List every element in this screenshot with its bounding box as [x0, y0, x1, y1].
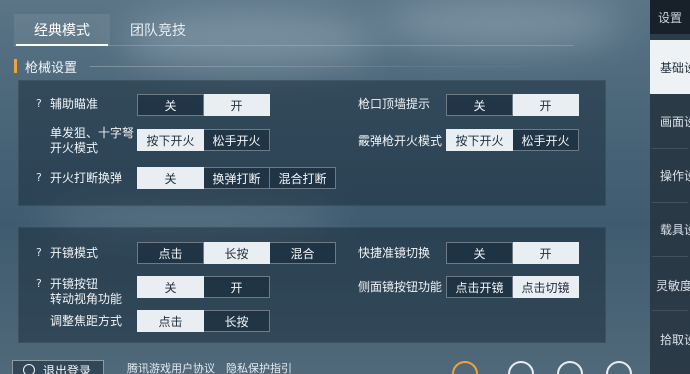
scope-button-rotate-toggle: 关 开 [137, 276, 270, 298]
help-icon[interactable]: ? [36, 246, 42, 259]
tab-divider [14, 45, 574, 46]
quick-scope-switch-label: 快捷准镜切换 [358, 246, 431, 260]
mode-tabs: 经典模式 团队竞技 [14, 14, 206, 46]
sidebar-item-label: 拾取设置 [660, 333, 690, 347]
fire-interrupt-reload-label: 开火打断换弹 [50, 171, 123, 185]
single-shot-press-fire-button[interactable]: 按下开火 [137, 129, 204, 151]
aim-assist-label: 辅助瞄准 [50, 97, 99, 111]
aim-assist-on-button[interactable]: 开 [204, 94, 270, 116]
quick-scope-off-button[interactable]: 关 [446, 242, 513, 264]
sidebar-item-label: 操作设置 [660, 169, 690, 183]
muzzle-wall-hint-off-button[interactable]: 关 [446, 94, 513, 116]
single-shot-fire-toggle: 按下开火 松手开火 [137, 129, 270, 151]
scope-mixed-button[interactable]: 混合 [270, 242, 336, 264]
sidebar-item-basic[interactable]: 基础设置 [650, 40, 690, 94]
fire-interrupt-reload-toggle: 关 换弹打断 混合打断 [137, 167, 336, 189]
sidebar-item-label: 载具设置 [660, 223, 690, 237]
section-title-text: 枪械设置 [25, 60, 78, 76]
help-icon[interactable]: ? [36, 277, 42, 290]
section-line [90, 66, 560, 67]
record-icon[interactable] [508, 361, 534, 374]
scope-rotate-on-button[interactable]: 开 [204, 276, 270, 298]
shotgun-release-fire-button[interactable]: 松手开火 [513, 129, 579, 151]
tap-open-scope-button[interactable]: 点击开镜 [446, 276, 513, 298]
shotgun-fire-label: 霰弹枪开火模式 [358, 134, 443, 148]
sidebar-separator [652, 310, 688, 311]
sidebar-item-graphics[interactable]: 画面设置 [650, 94, 690, 148]
sidebar-header: 设置 [650, 0, 690, 34]
sidebar-item-sensitivity[interactable]: 灵敏度设置 [650, 258, 690, 312]
quick-scope-on-button[interactable]: 开 [513, 242, 579, 264]
fire-interrupt-off-button[interactable]: 关 [137, 167, 204, 189]
focus-hold-button[interactable]: 长按 [204, 310, 270, 332]
section-title: 枪械设置 [14, 57, 78, 76]
sidebar-item-label: 画面设置 [660, 115, 690, 129]
sidebar-item-pickup[interactable]: 拾取设置 [650, 312, 690, 366]
muzzle-wall-hint-on-button[interactable]: 开 [513, 94, 579, 116]
sidebar-item-vehicle[interactable]: 载具设置 [650, 202, 690, 256]
single-shot-fire-label: 单发狙、十字弩 开火模式 [50, 126, 135, 155]
tab-team-deathmatch[interactable]: 团队竞技 [110, 14, 206, 46]
help-icon[interactable]: ? [36, 97, 42, 110]
shotgun-press-fire-button[interactable]: 按下开火 [446, 129, 513, 151]
service-icon[interactable] [557, 361, 583, 374]
share-icon[interactable] [606, 361, 632, 374]
sidebar-header-title: 设置 [658, 11, 683, 25]
scope-button-rotate-label: 开镜按钮 转动视角功能 [50, 277, 123, 306]
sidebar-item-controls[interactable]: 操作设置 [650, 148, 690, 202]
muzzle-wall-hint-label: 枪口顶墙提示 [358, 97, 431, 111]
sidebar-item-label: 灵敏度设置 [656, 279, 690, 293]
side-scope-button-toggle: 点击开镜 点击切镜 [446, 276, 579, 298]
tap-switch-scope-button[interactable]: 点击切镜 [513, 276, 579, 298]
mixed-interrupt-button[interactable]: 混合打断 [270, 167, 336, 189]
power-icon [23, 364, 35, 374]
privacy-link[interactable]: 隐私保护指引 [226, 360, 292, 374]
scope-hold-button[interactable]: 长按 [204, 242, 270, 264]
logout-button[interactable]: 退出登录 [12, 360, 104, 374]
aim-assist-off-button[interactable]: 关 [137, 94, 204, 116]
section-accent-bar [14, 59, 17, 73]
scope-mode-label: 开镜模式 [50, 246, 99, 260]
focus-tap-button[interactable]: 点击 [137, 310, 204, 332]
sidebar-separator [652, 256, 688, 257]
user-agreement-link[interactable]: 腾讯游戏用户协议 [127, 360, 215, 374]
scope-tap-button[interactable]: 点击 [137, 242, 204, 264]
single-shot-release-fire-button[interactable]: 松手开火 [204, 129, 270, 151]
muzzle-wall-hint-toggle: 关 开 [446, 94, 579, 116]
scope-rotate-off-button[interactable]: 关 [137, 276, 204, 298]
tab-classic-mode[interactable]: 经典模式 [14, 14, 110, 46]
sidebar-item-label: 基础设置 [660, 61, 690, 75]
scope-mode-toggle: 点击 长按 混合 [137, 242, 336, 264]
focus-adjust-toggle: 点击 长按 [137, 310, 270, 332]
shotgun-fire-toggle: 按下开火 松手开火 [446, 129, 579, 151]
warning-icon[interactable] [452, 361, 478, 374]
focus-adjust-label: 调整焦距方式 [50, 314, 123, 328]
aim-assist-toggle: 关 开 [137, 94, 270, 116]
quick-scope-switch-toggle: 关 开 [446, 242, 579, 264]
reload-interrupt-button[interactable]: 换弹打断 [204, 167, 270, 189]
side-scope-button-label: 侧面镜按钮功能 [358, 280, 443, 294]
help-icon[interactable]: ? [36, 171, 42, 184]
logout-label: 退出登录 [43, 363, 92, 374]
